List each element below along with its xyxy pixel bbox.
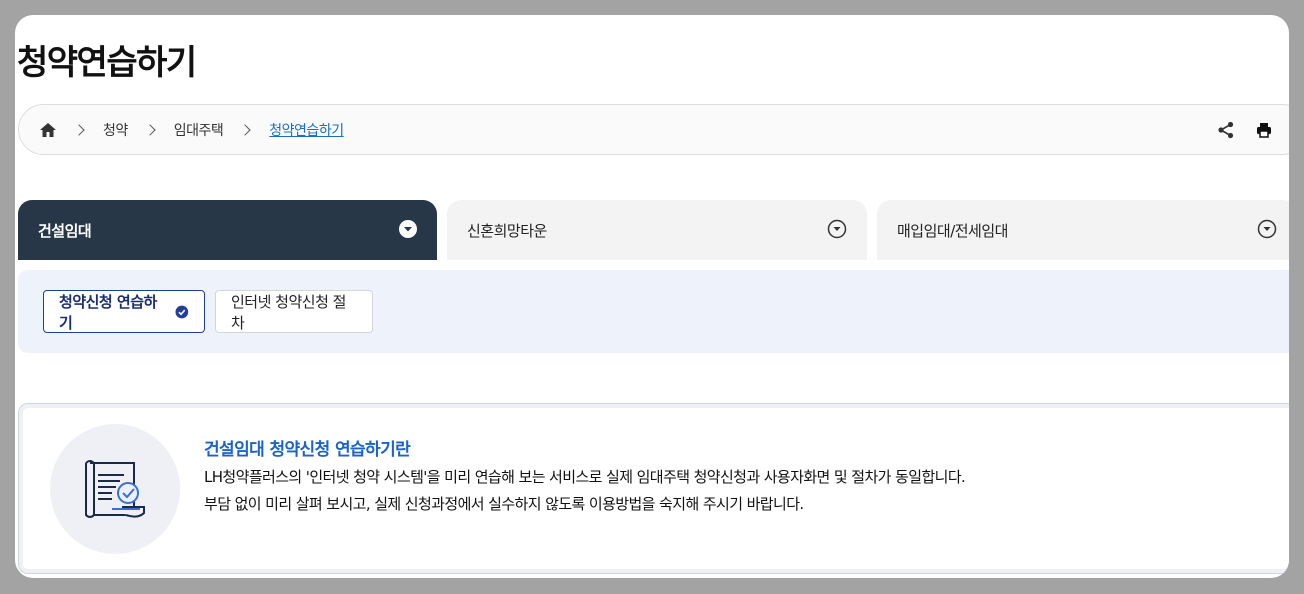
tab-label: 매입임대/전세임대 [897, 222, 1008, 240]
chevron-circle-down-icon [399, 220, 417, 238]
subtab-label: 인터넷 청약신청 절차 [231, 292, 346, 332]
share-icon[interactable] [1217, 121, 1235, 139]
tab-construction-rental[interactable]: 건설임대 [18, 200, 437, 260]
subtab-bar: 청약신청 연습하기 인터넷 청약신청 절차 [18, 270, 1289, 353]
info-box: 건설임대 청약신청 연습하기란 LH청약플러스의 '인터넷 청약 시스템'을 미… [18, 403, 1289, 574]
chevron-right-icon [239, 123, 251, 136]
chevron-circle-down-icon [1257, 219, 1277, 239]
subtab-practice-application[interactable]: 청약신청 연습하기 [43, 290, 205, 333]
chevron-right-icon [73, 123, 85, 136]
breadcrumb-item-subscription[interactable]: 청약 [103, 120, 128, 140]
info-description-line-1: LH청약플러스의 '인터넷 청약 시스템'을 미리 연습해 보는 서비스로 실제… [204, 468, 966, 486]
chevron-circle-down-icon [827, 219, 847, 239]
tab-purchase-jeonse-rental[interactable]: 매입임대/전세임대 [877, 200, 1289, 260]
info-description-line-2: 부담 없이 미리 살펴 보시고, 실제 신청과정에서 실수하지 않도록 이용방법… [204, 495, 804, 513]
check-circle-icon [175, 305, 189, 318]
tab-label: 신혼희망타운 [467, 222, 547, 240]
subtab-label: 청약신청 연습하기 [59, 292, 157, 332]
home-icon[interactable] [39, 121, 57, 139]
document-check-icon [85, 460, 145, 518]
tab-label: 건설임대 [38, 222, 92, 240]
info-title: 건설임대 청약신청 연습하기란 [204, 440, 411, 460]
info-illustration [50, 424, 180, 554]
tab-newlywed-hope-town[interactable]: 신혼희망타운 [447, 200, 867, 260]
chevron-right-icon [144, 123, 156, 136]
page-title: 청약연습하기 [17, 43, 197, 83]
subtab-internet-procedure[interactable]: 인터넷 청약신청 절차 [215, 290, 373, 333]
breadcrumb-items: 청약 임대주택 청약연습하기 [73, 105, 344, 154]
breadcrumb: 청약 임대주택 청약연습하기 [18, 104, 1289, 155]
breadcrumb-item-rental-housing[interactable]: 임대주택 [174, 120, 224, 140]
breadcrumb-item-current[interactable]: 청약연습하기 [269, 120, 344, 140]
print-icon[interactable] [1256, 122, 1272, 138]
page-container: 청약연습하기 청약 임대주택 청약연습하기 건설임대 신혼희망타운 매입임대/전… [15, 15, 1289, 578]
